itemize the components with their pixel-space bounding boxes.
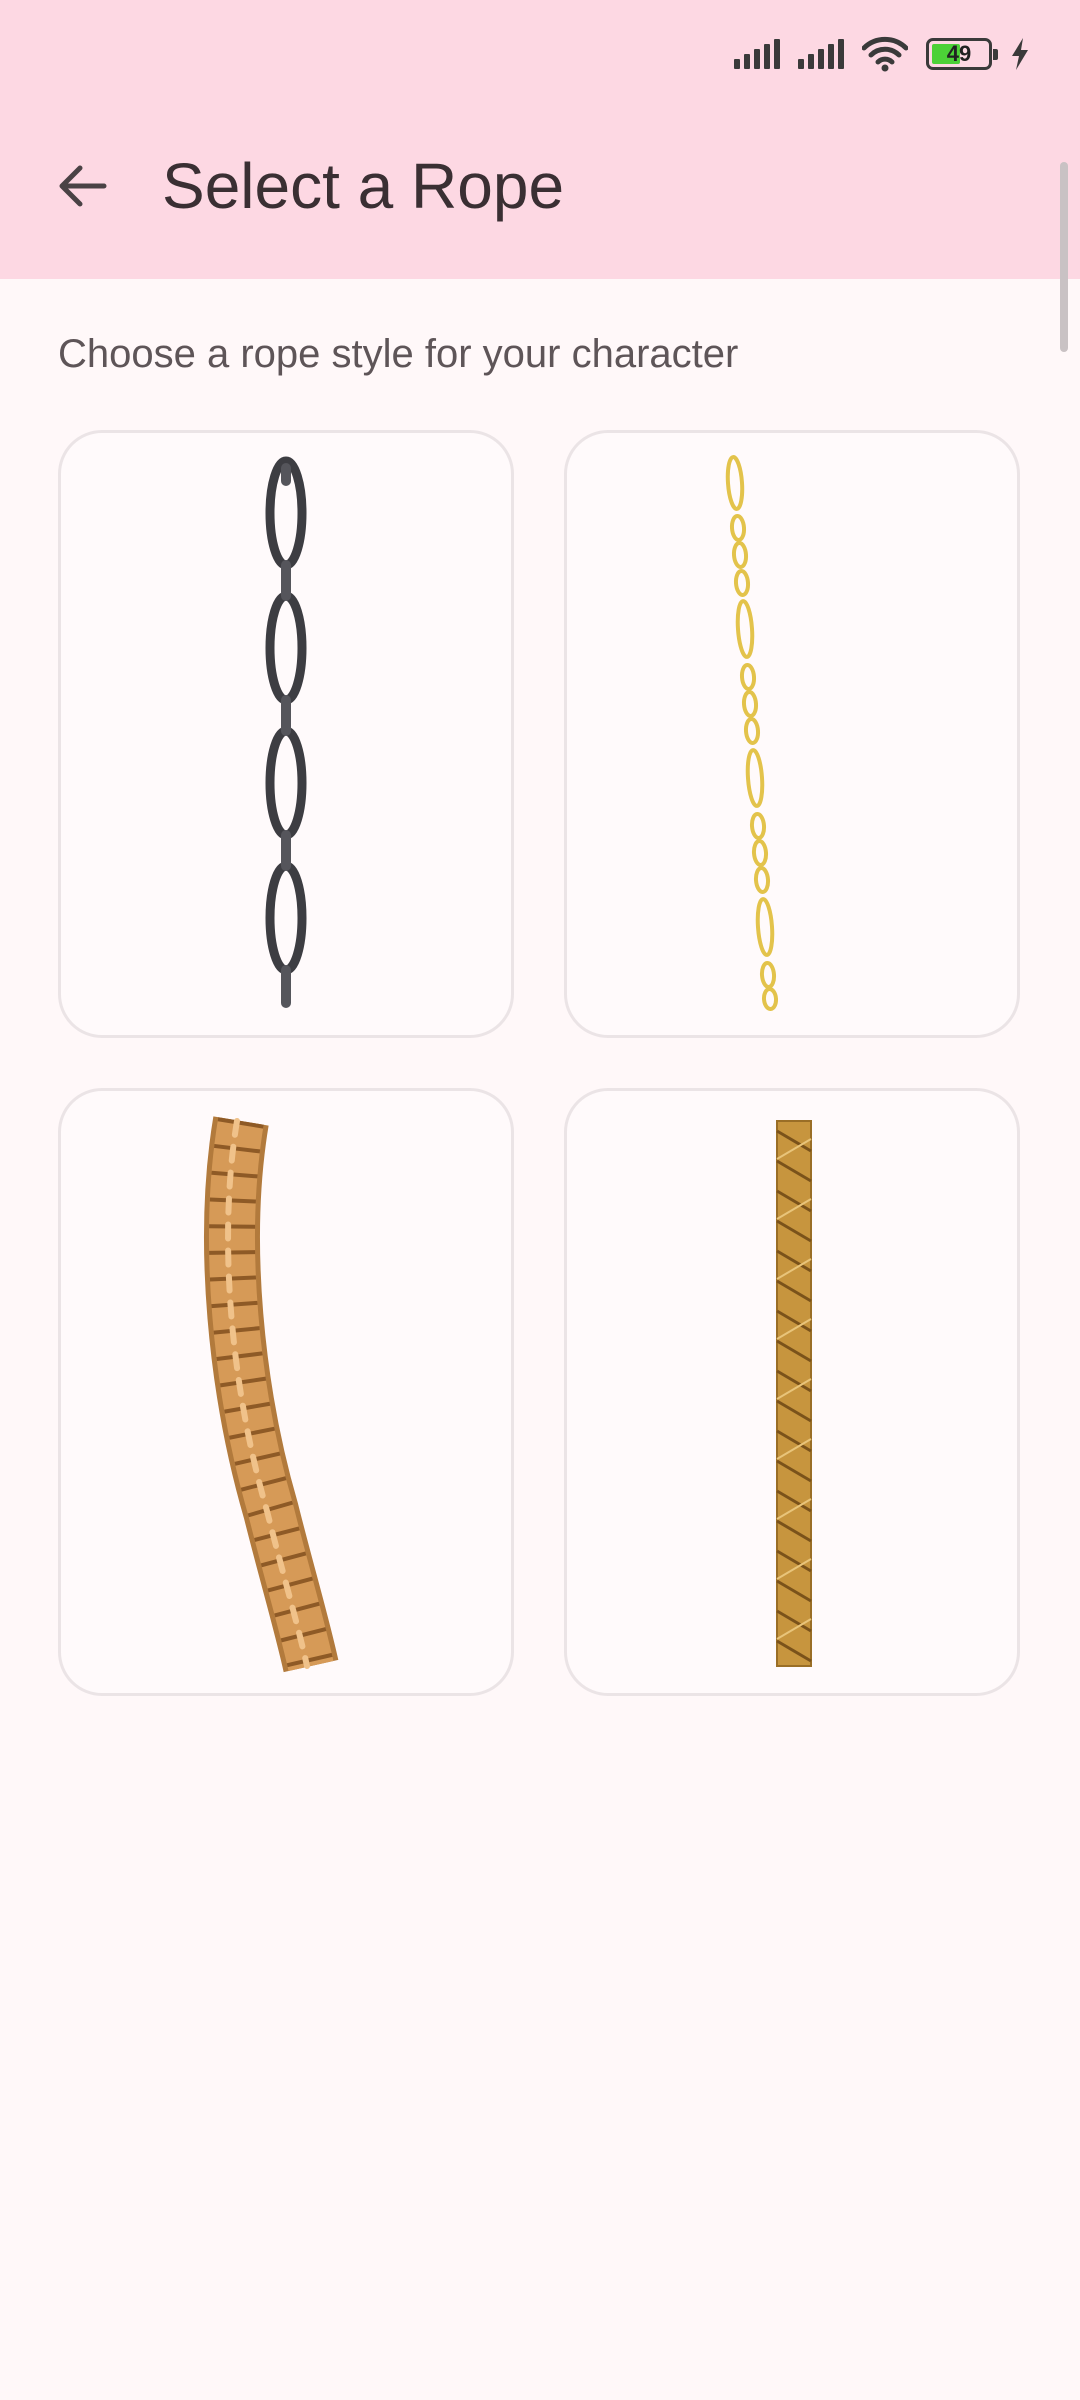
signal-icon: [798, 39, 844, 69]
charging-icon: [1012, 38, 1028, 70]
rope-option-dark-chain[interactable]: [58, 430, 514, 1038]
rope-option-braided-rope[interactable]: [564, 1088, 1020, 1696]
select-rope-screen: 49 Select a Rope Choose a rope style for…: [0, 0, 1080, 2400]
dark-chain-image: [265, 456, 307, 1008]
back-arrow-icon: [59, 165, 107, 207]
signal-icon: [734, 39, 780, 69]
battery-icon: 49: [926, 38, 998, 70]
rope-option-hemp-rope[interactable]: [58, 1088, 514, 1696]
scrollbar[interactable]: [1060, 162, 1068, 352]
page-title: Select a Rope: [162, 150, 565, 222]
gold-chain-image: [725, 455, 779, 1011]
hemp-rope-image: [204, 1116, 339, 1673]
battery-level: 49: [946, 41, 972, 66]
page-subtitle: Choose a rope style for your character: [58, 332, 739, 376]
wifi-icon: [862, 36, 908, 72]
back-button[interactable]: [52, 156, 112, 216]
app-bar: 49 Select a Rope: [0, 0, 1080, 279]
braided-rope-image: [776, 1120, 812, 1667]
rope-option-gold-chain[interactable]: [564, 430, 1020, 1038]
status-bar: 49: [734, 30, 1030, 78]
